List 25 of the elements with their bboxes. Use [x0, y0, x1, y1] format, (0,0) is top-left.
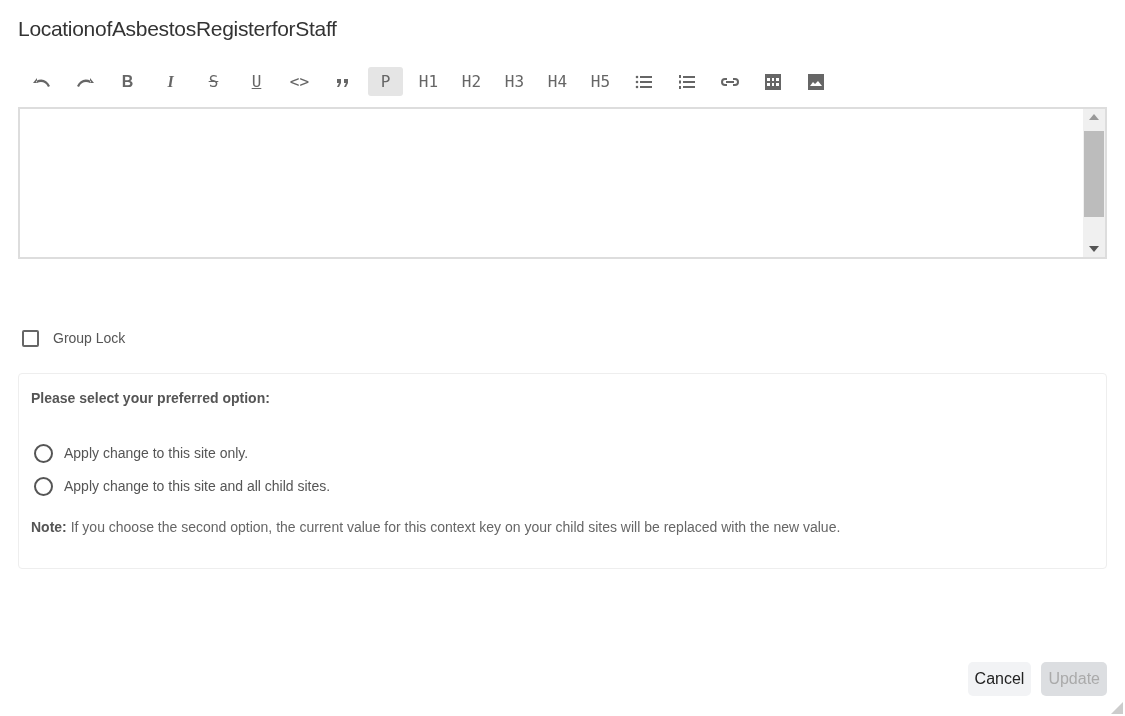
- dialog-title: LocationofAsbestosRegisterforStaff: [18, 16, 338, 42]
- group-lock-checkbox[interactable]: [22, 330, 39, 348]
- scroll-down-icon[interactable]: [1088, 245, 1100, 254]
- cancel-button[interactable]: Cancel: [967, 662, 1032, 696]
- format-button[interactable]: P: [368, 67, 403, 97]
- underline-button[interactable]: U: [239, 67, 274, 97]
- format-button[interactable]: H4: [540, 67, 575, 97]
- note-text: Note: If you choose the second option, the current value for this context key on your child sites will be replaced with the new value.: [31, 518, 842, 538]
- format-button[interactable]: H1: [411, 67, 446, 97]
- radio-button[interactable]: [34, 477, 53, 497]
- radio-button[interactable]: [34, 444, 53, 464]
- scrollbar-thumb[interactable]: [1084, 131, 1104, 218]
- bold-button[interactable]: B: [110, 67, 145, 97]
- radio-label: Apply change to this site and all child sites.: [64, 477, 331, 497]
- options-heading: Please select your preferred option:: [31, 389, 271, 409]
- italic-button[interactable]: I: [153, 67, 188, 97]
- radio-label: Apply change to this site only.: [64, 444, 249, 464]
- format-button[interactable]: H3: [497, 67, 532, 97]
- resize-grip-icon[interactable]: [1111, 702, 1123, 714]
- scrollbar[interactable]: [1083, 109, 1105, 258]
- format-button[interactable]: H2: [454, 67, 489, 97]
- strikethrough-button[interactable]: S: [196, 67, 231, 97]
- code-button[interactable]: <>: [282, 67, 317, 97]
- checkbox-label: Group Lock: [53, 329, 126, 349]
- format-button[interactable]: H5: [583, 67, 618, 97]
